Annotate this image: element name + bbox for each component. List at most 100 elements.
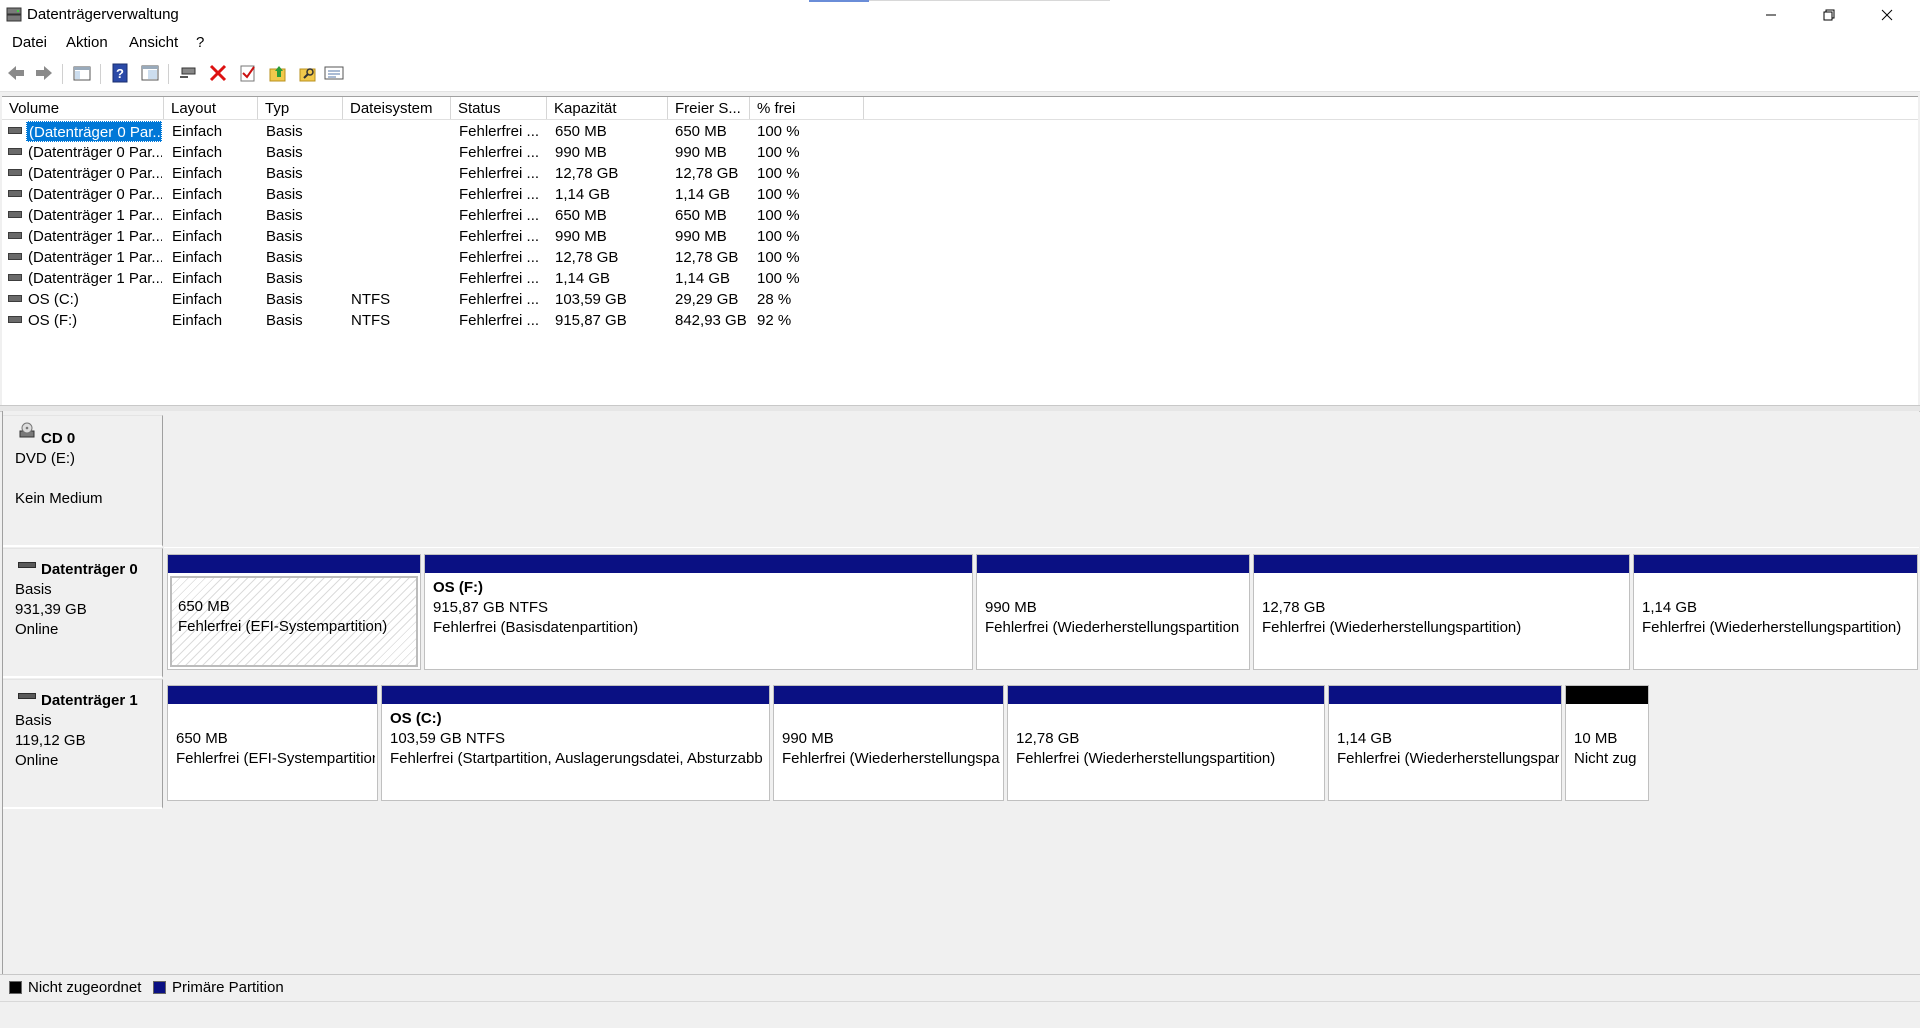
partition-size: 990 MB	[782, 730, 834, 747]
partition-type-bar	[1634, 555, 1917, 573]
back-icon[interactable]	[6, 63, 26, 83]
volume-percent-free: 100 %	[757, 270, 800, 287]
volume-status: Fehlerfrei ...	[459, 165, 540, 182]
volume-row[interactable]: OS (C:) Einfach Basis NTFS Fehlerfrei ..…	[2, 289, 862, 310]
column-header-dateisystem[interactable]: Dateisystem	[343, 97, 451, 119]
partition-os-f[interactable]: OS (F:) 915,87 GB NTFS Fehlerfrei (Basis…	[424, 554, 973, 670]
volume-row[interactable]: (Datenträger 0 Par... Einfach Basis Fehl…	[2, 163, 862, 184]
disk-info-line: DVD (E:)	[15, 450, 75, 467]
partition-efi[interactable]: 650 MB Fehlerfrei (EFI-Systempartition)	[167, 554, 421, 670]
partition-body: 1,14 GB Fehlerfrei (Wiederherstellungspa…	[1331, 707, 1559, 798]
partition-type-bar	[1566, 686, 1648, 704]
menu-datei[interactable]: Datei	[12, 34, 47, 51]
partition-status: Fehlerfrei (Wiederherstellungspartition)	[1016, 750, 1276, 767]
volume-capacity: 650 MB	[555, 123, 607, 140]
volume-free-space: 29,29 GB	[675, 291, 739, 308]
partition-type-bar	[1008, 686, 1324, 704]
volume-status: Fehlerfrei ...	[459, 228, 540, 245]
minimize-button[interactable]	[1742, 0, 1800, 30]
disk-name: Datenträger 0	[41, 561, 138, 578]
console-tree-icon[interactable]	[72, 63, 92, 83]
partition-size: 990 MB	[985, 599, 1037, 616]
check-icon[interactable]	[238, 63, 258, 83]
forward-icon[interactable]	[34, 63, 54, 83]
volume-percent-free: 100 %	[757, 249, 800, 266]
column-header-layout[interactable]: Layout	[164, 97, 258, 119]
delete-icon[interactable]	[208, 63, 228, 83]
volume-row[interactable]: (Datenträger 0 Par... Einfach Basis Fehl…	[2, 184, 862, 205]
column-header-typ[interactable]: Typ	[258, 97, 343, 119]
close-button[interactable]	[1858, 0, 1916, 30]
volume-status: Fehlerfrei ...	[459, 123, 540, 140]
volume-row[interactable]: (Datenträger 1 Par... Einfach Basis Fehl…	[2, 226, 862, 247]
volume-percent-free: 100 %	[757, 186, 800, 203]
volume-row[interactable]: (Datenträger 1 Par... Einfach Basis Fehl…	[2, 205, 862, 226]
volume-capacity: 915,87 GB	[555, 312, 627, 329]
partition-recovery[interactable]: 1,14 GB Fehlerfrei (Wiederherstellungspa…	[1328, 685, 1562, 801]
partition-body: 650 MB Fehlerfrei (EFI-Systempartition)	[170, 576, 418, 667]
volume-row[interactable]: (Datenträger 0 Par... Einfach Basis Fehl…	[2, 142, 862, 163]
partition-recovery[interactable]: 12,78 GB Fehlerfrei (Wiederherstellungsp…	[1253, 554, 1630, 670]
column-header-kapazitaet[interactable]: Kapazität	[547, 97, 668, 119]
volume-icon	[8, 253, 22, 260]
partition-type-bar	[1329, 686, 1561, 704]
volume-free-space: 650 MB	[675, 123, 727, 140]
volume-capacity: 103,59 GB	[555, 291, 627, 308]
partition-status: Fehlerfrei (EFI-Systempartition	[176, 750, 375, 767]
volume-row[interactable]: OS (F:) Einfach Basis NTFS Fehlerfrei ..…	[2, 310, 862, 331]
close-icon	[1881, 9, 1893, 21]
volume-percent-free: 100 %	[757, 207, 800, 224]
disk-strip-0: 650 MB Fehlerfrei (EFI-Systempartition) …	[164, 548, 1919, 678]
menu-help[interactable]: ?	[196, 34, 204, 51]
partition-recovery[interactable]: 990 MB Fehlerfrei (Wiederherstellungspa	[773, 685, 1004, 801]
menu-ansicht[interactable]: Ansicht	[129, 34, 178, 51]
partition-type-bar	[168, 555, 420, 573]
volume-name: (Datenträger 1 Par...	[28, 228, 162, 245]
show-pane-icon[interactable]	[140, 63, 160, 83]
partition-efi[interactable]: 650 MB Fehlerfrei (EFI-Systempartition	[167, 685, 378, 801]
disk-label-cd0[interactable]: CD 0 DVD (E:) Kein Medium	[3, 415, 163, 547]
volume-layout: Einfach	[172, 249, 223, 266]
search-folder-icon[interactable]	[298, 63, 318, 83]
volume-free-space: 1,14 GB	[675, 186, 731, 203]
disk-label-0[interactable]: Datenträger 0 Basis 931,39 GB Online	[3, 548, 163, 678]
restore-button[interactable]	[1800, 0, 1858, 30]
legend-bar: Nicht zugeordnet Primäre Partition	[0, 974, 1920, 1001]
menu-bar: Datei Aktion Ansicht ?	[0, 30, 1920, 56]
column-header-freier-speicher[interactable]: Freier S...	[668, 97, 750, 119]
help-icon[interactable]: ?	[110, 63, 130, 83]
volume-type: Basis	[266, 291, 303, 308]
volume-name: OS (F:)	[28, 312, 78, 329]
legend-swatch-primary	[153, 981, 166, 994]
partition-recovery[interactable]: 12,78 GB Fehlerfrei (Wiederherstellungsp…	[1007, 685, 1325, 801]
volume-free-space: 990 MB	[675, 228, 727, 245]
disk-label-1[interactable]: Datenträger 1 Basis 119,12 GB Online	[3, 679, 163, 809]
toolbar: ?	[0, 56, 1920, 92]
partition-unallocated[interactable]: 10 MB Nicht zug	[1565, 685, 1649, 801]
partition-status: Fehlerfrei (Startpartition, Auslagerungs…	[390, 750, 763, 767]
partition-recovery[interactable]: 990 MB Fehlerfrei (Wiederherstellungspar…	[976, 554, 1250, 670]
column-header-volume[interactable]: Volume	[2, 97, 164, 119]
menu-aktion[interactable]: Aktion	[66, 34, 108, 51]
volume-percent-free: 100 %	[757, 123, 800, 140]
svg-text:?: ?	[116, 66, 124, 81]
volume-row[interactable]: (Datenträger 0 Par... Einfach Basis Fehl…	[2, 121, 862, 142]
connect-icon[interactable]	[178, 63, 198, 83]
restore-icon	[1823, 9, 1835, 21]
folder-up-icon[interactable]	[268, 63, 288, 83]
window-title: Datenträgerverwaltung	[27, 6, 179, 23]
volume-row[interactable]: (Datenträger 1 Par... Einfach Basis Fehl…	[2, 247, 862, 268]
volume-capacity: 1,14 GB	[555, 186, 611, 203]
partition-status: Fehlerfrei (EFI-Systempartition)	[178, 618, 388, 635]
volume-percent-free: 100 %	[757, 165, 800, 182]
column-header-status[interactable]: Status	[451, 97, 547, 119]
status-bar	[0, 1001, 1920, 1028]
column-header-prozent-frei[interactable]: % frei	[750, 97, 864, 119]
disk-info-line: 119,12 GB	[15, 732, 86, 749]
volume-capacity: 12,78 GB	[555, 165, 619, 182]
volume-status: Fehlerfrei ...	[459, 249, 540, 266]
volume-row[interactable]: (Datenträger 1 Par... Einfach Basis Fehl…	[2, 268, 862, 289]
partition-recovery[interactable]: 1,14 GB Fehlerfrei (Wiederherstellungspa…	[1633, 554, 1918, 670]
partition-os-c[interactable]: OS (C:) 103,59 GB NTFS Fehlerfrei (Start…	[381, 685, 770, 801]
properties-icon[interactable]	[324, 63, 344, 83]
